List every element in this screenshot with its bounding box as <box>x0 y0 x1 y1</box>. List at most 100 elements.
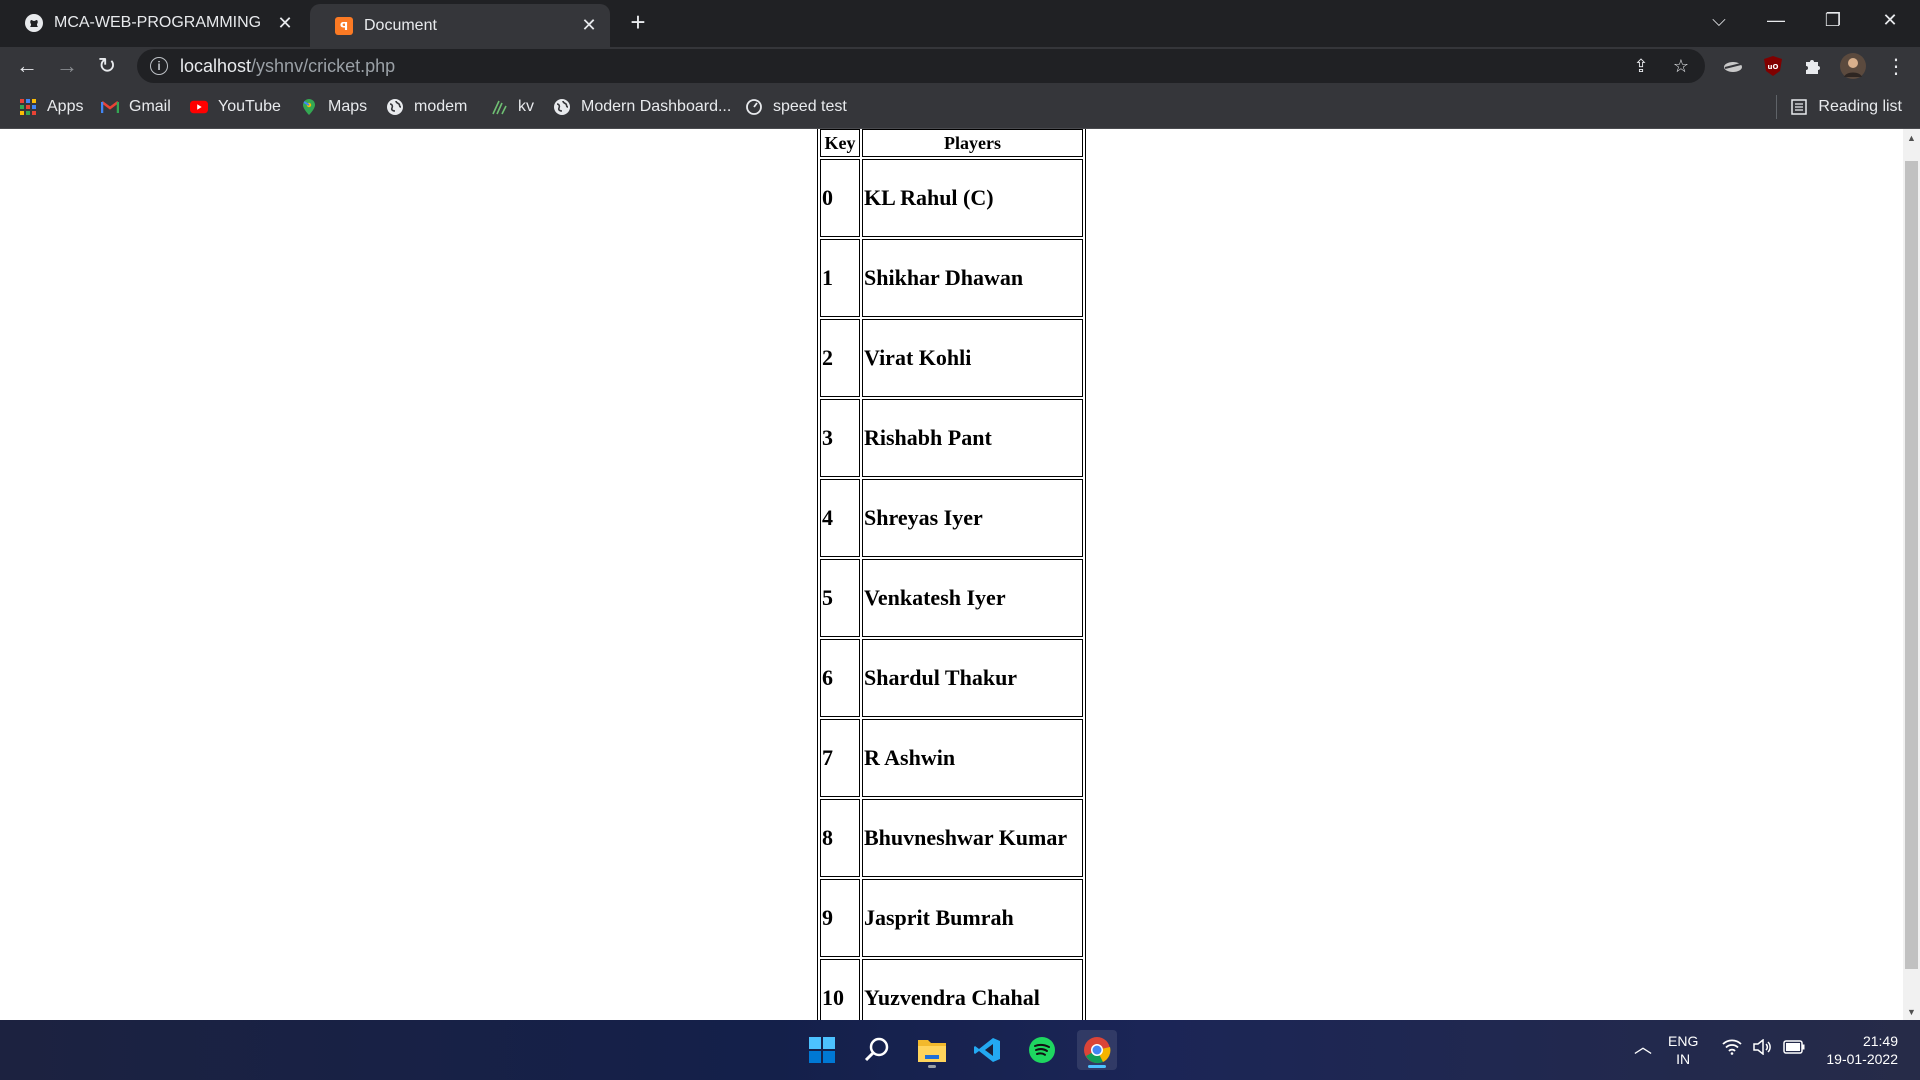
bookmark-speed-test[interactable]: speed test <box>745 95 847 119</box>
page-scrollbar[interactable]: ▲ ▼ <box>1903 129 1920 1020</box>
extensions-puzzle-icon[interactable] <box>1800 53 1826 79</box>
table-row: 4 Shreyas Iyer <box>820 479 1083 557</box>
tab-mca-web-programming[interactable]: MCA-WEB-PROGRAMMING ✕ <box>0 4 306 42</box>
key-cell: 0 <box>820 159 860 237</box>
key-cell: 5 <box>820 559 860 637</box>
reading-list-button[interactable]: Reading list <box>1776 95 1902 119</box>
vscode-icon[interactable] <box>967 1030 1007 1070</box>
scroll-down-arrow-icon[interactable]: ▼ <box>1903 1003 1920 1020</box>
scrollbar-thumb[interactable] <box>1905 161 1918 969</box>
bookmark-modem[interactable]: modem <box>386 95 467 119</box>
key-cell: 10 <box>820 959 860 1020</box>
share-icon[interactable]: ⇪ <box>1631 56 1651 76</box>
region-label: IN <box>1676 1051 1691 1067</box>
maps-icon <box>300 98 318 116</box>
github-icon <box>24 13 44 33</box>
clock[interactable]: 21:49 19-01-2022 <box>1822 1032 1898 1068</box>
reading-list-icon <box>1790 98 1808 116</box>
key-cell: 6 <box>820 639 860 717</box>
spotify-icon[interactable] <box>1022 1030 1062 1070</box>
file-explorer-icon[interactable] <box>912 1030 952 1070</box>
bookmark-modern-dashboard[interactable]: Modern Dashboard... <box>553 95 731 119</box>
player-cell: Shardul Thakur <box>862 639 1083 717</box>
restore-button[interactable]: ❐ <box>1805 0 1861 40</box>
bookmark-label: modem <box>414 98 468 115</box>
bookmark-separator <box>1776 95 1778 119</box>
table-row: 5 Venkatesh Iyer <box>820 559 1083 637</box>
reload-icon[interactable]: ↻ <box>91 50 123 82</box>
player-cell: KL Rahul (C) <box>862 159 1083 237</box>
player-cell: Virat Kohli <box>862 319 1083 397</box>
active-app-indicator <box>1088 1065 1106 1068</box>
profile-avatar[interactable] <box>1840 53 1866 79</box>
apps-grid-icon <box>19 98 37 116</box>
close-tab-icon[interactable]: ✕ <box>578 15 600 37</box>
bookmark-label: YouTube <box>218 98 281 115</box>
bookmark-label: Modern Dashboard... <box>581 98 732 115</box>
xampp-icon: ꟼ <box>334 16 354 36</box>
battery-icon[interactable] <box>1783 1040 1805 1058</box>
chrome-icon[interactable] <box>1077 1030 1117 1070</box>
player-cell: R Ashwin <box>862 719 1083 797</box>
bookmark-maps[interactable]: Maps <box>300 95 367 119</box>
key-cell: 1 <box>820 239 860 317</box>
player-cell: Yuzvendra Chahal <box>862 959 1083 1020</box>
bookmark-label: Apps <box>47 98 84 115</box>
bookmark-youtube[interactable]: YouTube <box>190 95 281 119</box>
clock-date: 19-01-2022 <box>1826 1051 1898 1067</box>
tab-title: Document <box>364 16 437 34</box>
key-cell: 2 <box>820 319 860 397</box>
table-row: 6 Shardul Thakur <box>820 639 1083 717</box>
show-hidden-icons-chevron-icon[interactable]: ︿ <box>1634 1038 1652 1056</box>
table-row: 2 Virat Kohli <box>820 319 1083 397</box>
table-row: 10 Yuzvendra Chahal <box>820 959 1083 1020</box>
key-cell: 9 <box>820 879 860 957</box>
bookmark-label: Gmail <box>129 98 171 115</box>
close-tab-icon[interactable]: ✕ <box>274 12 296 34</box>
search-icon[interactable] <box>857 1030 897 1070</box>
speedometer-icon <box>745 98 763 116</box>
bookmark-kv[interactable]: kv <box>490 95 534 119</box>
players-table: Key Players 0 KL Rahul (C) 1 Shikhar Dhawa… <box>817 129 1086 1020</box>
ublock-origin-icon[interactable]: uO <box>1760 53 1786 79</box>
key-cell: 8 <box>820 799 860 877</box>
svg-text:ꟼ: ꟼ <box>340 20 348 33</box>
player-cell: Shreyas Iyer <box>862 479 1083 557</box>
new-tab-button[interactable]: + <box>624 7 652 37</box>
page-viewport: Key Players 0 KL Rahul (C) 1 Shikhar Dhawa… <box>0 129 1903 1020</box>
volume-icon[interactable] <box>1752 1038 1772 1059</box>
extension-cloud-icon[interactable] <box>1720 53 1746 79</box>
url-host: localhost <box>180 55 252 76</box>
globe-icon <box>553 98 571 116</box>
kv-icon <box>490 98 508 116</box>
bookmark-gmail[interactable]: Gmail <box>101 95 171 119</box>
wifi-icon[interactable] <box>1722 1039 1742 1059</box>
close-window-button[interactable]: ✕ <box>1862 0 1918 40</box>
youtube-icon <box>190 98 208 116</box>
player-cell: Shikhar Dhawan <box>862 239 1083 317</box>
player-cell: Rishabh Pant <box>862 399 1083 477</box>
back-arrow-icon[interactable]: ← <box>11 50 43 82</box>
site-info-icon[interactable]: i <box>150 57 168 75</box>
tab-search-chevron-icon[interactable]: ⌵ <box>1691 0 1747 40</box>
tab-strip: MCA-WEB-PROGRAMMING ✕ ꟼ Document ✕ + ⌵ —… <box>0 0 1920 47</box>
gmail-icon <box>101 98 119 116</box>
language-indicator[interactable]: ENG IN <box>1668 1032 1698 1068</box>
tab-document[interactable]: ꟼ Document ✕ <box>310 4 610 47</box>
scroll-up-arrow-icon[interactable]: ▲ <box>1903 129 1920 146</box>
player-cell: Jasprit Bumrah <box>862 879 1083 957</box>
reading-list-label: Reading list <box>1818 98 1902 115</box>
bookmark-star-icon[interactable]: ☆ <box>1671 56 1691 76</box>
player-cell: Venkatesh Iyer <box>862 559 1083 637</box>
windows-taskbar: ︿ ENG IN 21:49 19-01-2022 <box>0 1020 1920 1080</box>
chrome-menu-icon[interactable]: ⋮ <box>1880 50 1912 82</box>
forward-arrow-icon[interactable]: → <box>51 50 83 82</box>
windows-start-icon[interactable] <box>802 1030 842 1070</box>
address-bar[interactable]: i localhost/yshnv/cricket.php ⇪ ☆ <box>137 49 1705 83</box>
table-row: 0 KL Rahul (C) <box>820 159 1083 237</box>
minimize-button[interactable]: — <box>1748 0 1804 40</box>
table-row: 7R Ashwin <box>820 719 1083 797</box>
table-row: 3 Rishabh Pant <box>820 399 1083 477</box>
bookmark-apps[interactable]: Apps <box>19 95 83 119</box>
table-row: 9 Jasprit Bumrah <box>820 879 1083 957</box>
